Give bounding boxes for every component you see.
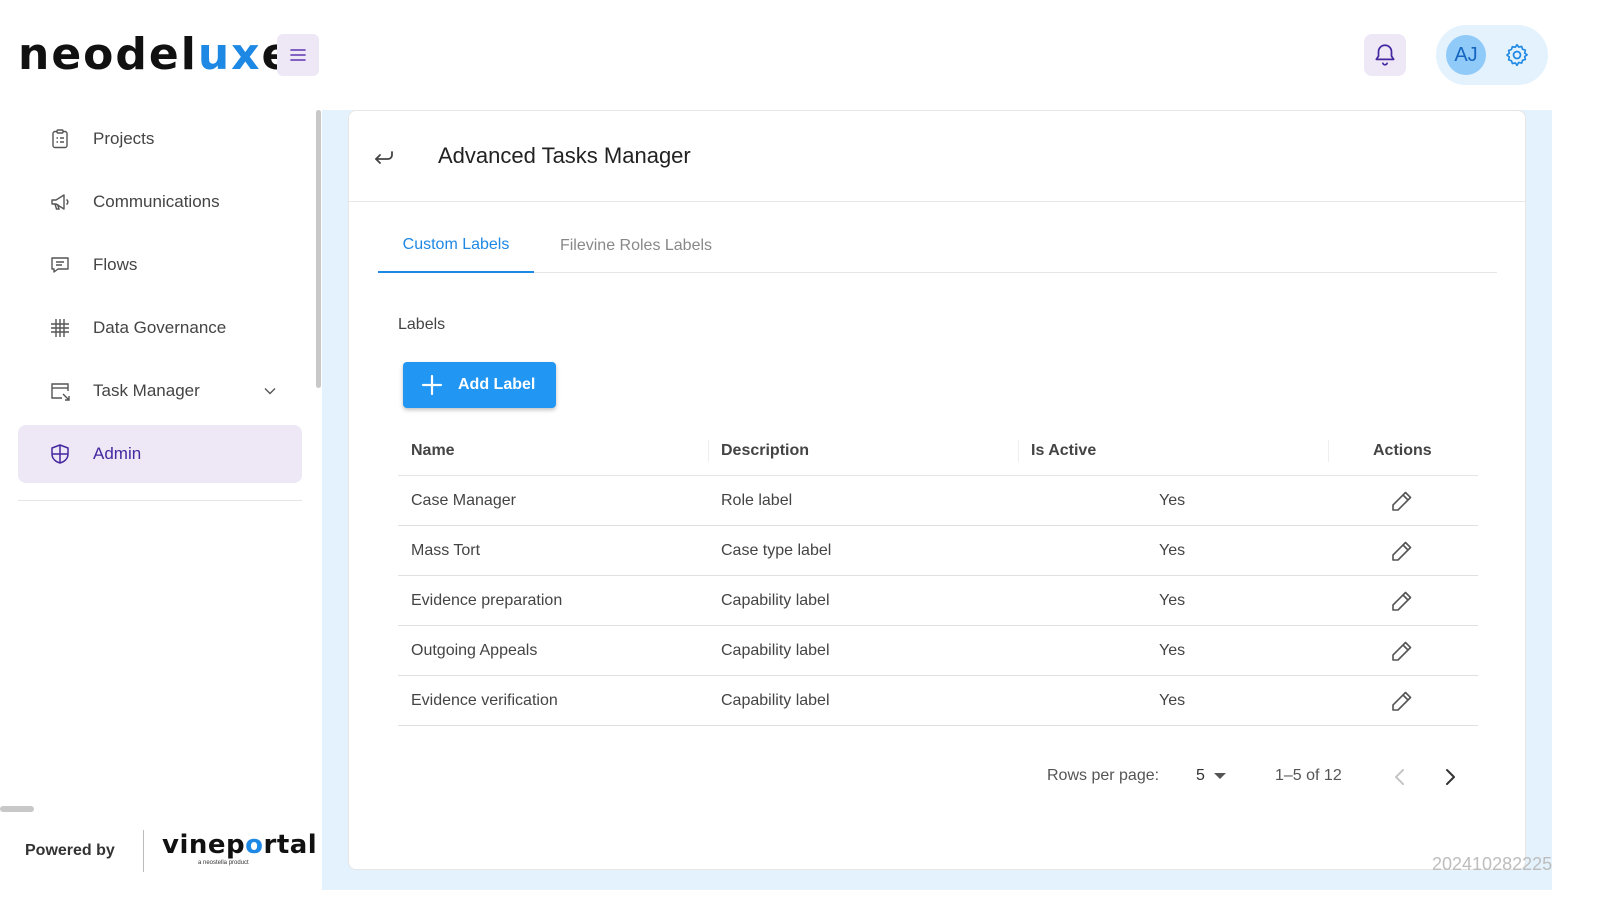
shield-icon <box>51 444 69 464</box>
logo-text-accent: ux <box>197 29 262 80</box>
cell-description: Capability label <box>721 692 830 709</box>
tab-custom-labels[interactable]: Custom Labels <box>378 219 534 273</box>
cell-description: Capability label <box>721 642 830 659</box>
powered-by-label: Powered by <box>25 842 115 859</box>
bell-icon <box>1375 44 1395 66</box>
cell-is-active: Yes <box>1159 592 1186 609</box>
pencil-icon[interactable] <box>1390 589 1414 613</box>
table-row: Outgoing Appeals Capability label Yes <box>398 626 1478 676</box>
page-title: Advanced Tasks Manager <box>438 143 691 168</box>
grid-icon <box>51 319 69 337</box>
brand-text-accent: o <box>245 830 264 860</box>
sidebar-item-task-manager[interactable]: Task Manager <box>18 362 302 420</box>
add-label-text: Add Label <box>458 376 536 393</box>
column-separator <box>1018 440 1019 462</box>
column-header-is-active[interactable]: Is Active <box>1031 426 1096 476</box>
user-menu[interactable]: AJ <box>1436 25 1548 85</box>
sidebar-item-projects[interactable]: Projects <box>18 110 302 168</box>
table-row: Case Manager Role label Yes <box>398 476 1478 526</box>
table-row: Evidence verification Capability label Y… <box>398 676 1478 726</box>
plus-icon <box>421 374 443 396</box>
table-row: Mass Tort Case type label Yes <box>398 526 1478 576</box>
cell-name: Outgoing Appeals <box>411 642 538 659</box>
pencil-icon[interactable] <box>1390 639 1414 663</box>
chat-icon <box>51 257 69 273</box>
cell-is-active: Yes <box>1159 542 1186 559</box>
cell-is-active: Yes <box>1159 642 1186 659</box>
sidebar-item-flows[interactable]: Flows <box>18 236 302 294</box>
sidebar-horizontal-scrollbar[interactable] <box>0 806 34 812</box>
pencil-icon[interactable] <box>1390 489 1414 513</box>
top-header: neodeluxeTM AJ <box>0 0 1600 110</box>
chevron-left-icon[interactable] <box>1386 763 1414 791</box>
column-separator <box>1328 440 1329 462</box>
avatar[interactable]: AJ <box>1446 35 1486 75</box>
neodeluxe-logo: neodeluxeTM <box>18 30 307 92</box>
megaphone-icon <box>51 194 69 210</box>
logo-text-main: neodel <box>18 29 198 80</box>
sidebar-item-label: Data Governance <box>93 318 227 337</box>
cell-description: Role label <box>721 492 793 509</box>
cell-is-active: Yes <box>1159 692 1186 709</box>
rows-per-page-value: 5 <box>1196 767 1205 784</box>
column-header-actions: Actions <box>1373 442 1432 459</box>
sidebar-scrollbar[interactable] <box>316 110 321 388</box>
brand-tagline: a neostella product <box>198 860 249 866</box>
sidebar-item-admin[interactable]: Admin <box>18 425 302 483</box>
cell-name: Evidence preparation <box>411 592 563 609</box>
sidebar-item-communications[interactable]: Communications <box>18 173 302 231</box>
chevron-down-icon[interactable] <box>263 384 277 398</box>
pencil-icon[interactable] <box>1390 539 1414 563</box>
cell-description: Capability label <box>721 592 830 609</box>
column-separator <box>708 440 709 462</box>
rows-per-page-label: Rows per page: <box>1047 767 1160 784</box>
cell-name: Evidence verification <box>411 692 558 709</box>
sidebar-item-label: Projects <box>93 129 155 148</box>
cell-is-active: Yes <box>1159 492 1186 509</box>
menu-icon <box>290 49 306 61</box>
cell-name: Mass Tort <box>411 542 481 559</box>
sidebar-item-data-governance[interactable]: Data Governance <box>18 299 302 357</box>
table-header: Name Description Is Active Actions <box>398 426 1478 476</box>
notifications-button[interactable] <box>1364 34 1406 76</box>
card-header: Advanced Tasks Manager <box>349 111 1525 202</box>
sidebar-item-label: Admin <box>93 444 142 463</box>
sidebar: Projects Communications Flows Data Gover… <box>0 110 322 908</box>
back-arrow-icon[interactable] <box>371 144 397 170</box>
sidebar-item-label: Task Manager <box>93 381 200 400</box>
sidebar-item-label: Flows <box>93 255 138 274</box>
tab-bar: Custom Labels Filevine Roles Labels <box>378 219 1497 273</box>
clipboard-icon <box>52 129 68 149</box>
column-header-name[interactable]: Name <box>411 426 455 476</box>
labels-table: Name Description Is Active Actions Case … <box>398 426 1478 726</box>
task-icon <box>51 383 70 401</box>
table-row: Evidence preparation Capability label Ye… <box>398 576 1478 626</box>
brand-text-post: rtal <box>263 830 318 860</box>
sidebar-divider <box>18 500 302 501</box>
tab-filevine-roles-labels[interactable]: Filevine Roles Labels <box>534 219 738 273</box>
gear-icon[interactable] <box>1504 42 1530 68</box>
content-card: Advanced Tasks Manager Custom Labels Fil… <box>348 110 1526 870</box>
chevron-right-icon[interactable] <box>1436 763 1464 791</box>
cell-description: Case type label <box>721 542 832 559</box>
cell-name: Case Manager <box>411 492 516 509</box>
vineportal-logo: vineportal <box>162 830 317 860</box>
caret-down-icon <box>1214 773 1226 779</box>
add-label-button[interactable]: Add Label <box>403 362 556 408</box>
labels-section-title: Labels <box>398 316 446 333</box>
menu-toggle-button[interactable] <box>277 34 319 76</box>
brand-text-pre: vinep <box>162 830 246 860</box>
sidebar-item-label: Communications <box>93 192 220 211</box>
pagination-range: 1–5 of 12 <box>1275 767 1342 784</box>
pencil-icon[interactable] <box>1390 689 1414 713</box>
build-watermark: 202410282225 <box>1432 854 1553 874</box>
column-header-description[interactable]: Description <box>721 426 809 476</box>
powered-by-divider <box>143 830 144 872</box>
rows-per-page-select[interactable]: 5 <box>1196 763 1232 789</box>
